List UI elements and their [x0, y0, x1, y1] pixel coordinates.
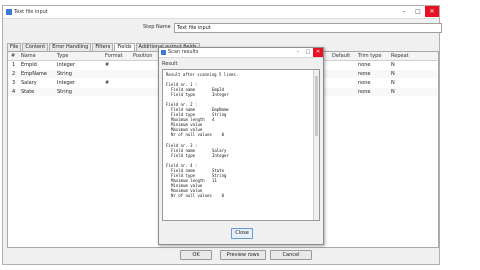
- field-type[interactable]: Integer: [57, 79, 75, 87]
- field-trim-type[interactable]: none: [358, 79, 370, 87]
- header-trim-type[interactable]: Trim type: [358, 52, 381, 60]
- results-scrollbar[interactable]: [313, 70, 319, 220]
- app-icon: [6, 9, 12, 15]
- field-line: Nr of null values 0: [171, 193, 224, 198]
- header-type[interactable]: Type: [57, 52, 68, 60]
- dialog-maximize-button[interactable]: □: [303, 48, 313, 57]
- row-number: 4: [12, 89, 16, 95]
- tab-file[interactable]: File: [7, 43, 22, 51]
- dialog-app-icon: [161, 50, 166, 55]
- header-position[interactable]: Position: [133, 52, 152, 60]
- field-repeat[interactable]: N: [391, 79, 395, 87]
- cancel-button[interactable]: Cancel: [270, 250, 312, 260]
- field-format[interactable]: #: [105, 79, 109, 87]
- row-number: 3: [12, 80, 16, 86]
- result-summary: Result after scanning 5 lines.: [166, 72, 239, 77]
- tab-filters[interactable]: Filters: [92, 43, 114, 51]
- field-repeat[interactable]: N: [391, 88, 395, 96]
- window-controls: – □ ✕: [397, 6, 439, 17]
- dialog-title: Scan results: [168, 49, 199, 55]
- header-num[interactable]: #: [11, 52, 15, 60]
- dialog-titlebar[interactable]: Scan results – □ ✕: [159, 48, 323, 58]
- field-name[interactable]: Salary: [21, 79, 37, 87]
- field-format[interactable]: #: [105, 61, 109, 69]
- maximize-button[interactable]: □: [411, 6, 425, 17]
- scrollbar-thumb[interactable]: [315, 76, 318, 136]
- close-window-button[interactable]: ✕: [425, 6, 439, 17]
- field-line: Field type Integer: [171, 153, 229, 158]
- close-button[interactable]: Close: [231, 228, 253, 239]
- preview-rows-button[interactable]: Preview rows: [220, 250, 266, 260]
- step-name-label: Step Name: [143, 24, 171, 30]
- dialog-close-x-button[interactable]: ✕: [313, 48, 323, 57]
- field-type[interactable]: String: [57, 88, 72, 96]
- field-type[interactable]: String: [57, 70, 72, 78]
- header-name[interactable]: Name: [21, 52, 36, 60]
- bottom-button-bar: OK Preview rows Cancel: [3, 250, 439, 260]
- minimize-button[interactable]: –: [397, 6, 411, 17]
- ok-button[interactable]: OK: [180, 250, 212, 260]
- header-repeat[interactable]: Repeat: [391, 52, 409, 60]
- row-number: 1: [12, 62, 16, 68]
- field-repeat[interactable]: N: [391, 61, 395, 69]
- row-number: 2: [12, 71, 16, 77]
- scan-results-dialog: Scan results – □ ✕ Result Result after s…: [158, 47, 324, 245]
- field-line: Field type Integer: [171, 92, 229, 97]
- dialog-minimize-button[interactable]: –: [293, 48, 303, 57]
- field-line: Nr of null values 0: [171, 132, 224, 137]
- step-name-input[interactable]: Text file input: [174, 23, 442, 33]
- field-name[interactable]: EmpId: [21, 61, 37, 69]
- field-trim-type[interactable]: none: [358, 70, 370, 78]
- field-trim-type[interactable]: none: [358, 61, 370, 69]
- dialog-controls: – □ ✕: [293, 48, 323, 57]
- field-trim-type[interactable]: none: [358, 88, 370, 96]
- window-title: Text file input: [14, 9, 48, 15]
- field-type[interactable]: Integer: [57, 61, 75, 69]
- window-titlebar[interactable]: Text file input – □ ✕: [3, 6, 439, 19]
- field-name[interactable]: State: [21, 88, 34, 96]
- tab-fields[interactable]: Fields: [114, 43, 135, 51]
- tab-content[interactable]: Content: [22, 43, 49, 51]
- header-default[interactable]: Default: [332, 52, 350, 60]
- result-label: Result: [162, 61, 178, 67]
- header-format[interactable]: Format: [105, 52, 123, 60]
- tab-error-handling[interactable]: Error Handling: [49, 43, 92, 51]
- field-repeat[interactable]: N: [391, 70, 395, 78]
- field-name[interactable]: EmpName: [21, 70, 47, 78]
- results-textarea[interactable]: Result after scanning 5 lines. Field nr.…: [162, 69, 320, 221]
